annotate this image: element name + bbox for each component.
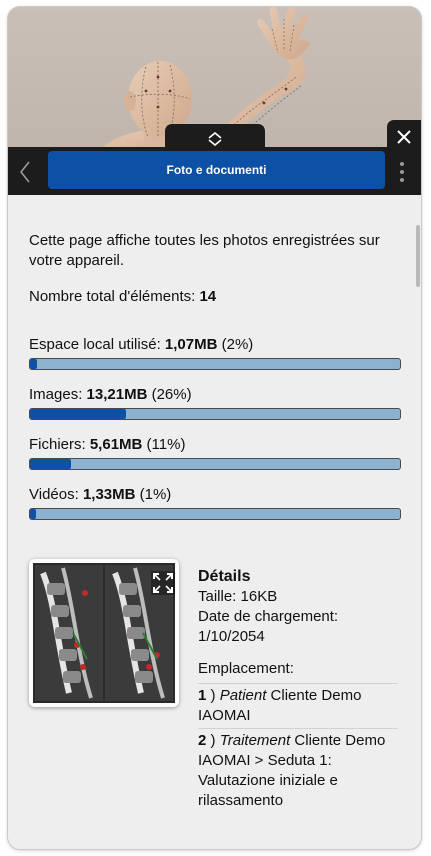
location-item-treatment[interactable]: 2 ) Traitement Cliente Demo IAOMAI > Sed…	[198, 728, 398, 811]
close-icon	[397, 130, 411, 144]
files-progress-bar	[29, 458, 401, 470]
page-title: Foto e documenti	[48, 151, 385, 189]
chevron-left-icon	[19, 161, 30, 183]
videos-progress-bar	[29, 508, 401, 520]
details-heading: Détails	[198, 568, 251, 585]
total-items-value: 14	[199, 288, 217, 305]
location-item-patient[interactable]: 1 ) Patient Cliente Demo IAOMAI	[198, 683, 398, 726]
stat-files: Fichiers: 5,61MB (11%)	[29, 436, 186, 453]
chevron-up-down-icon	[208, 132, 222, 146]
photo-thumbnail[interactable]	[29, 559, 179, 707]
scrollbar[interactable]	[416, 225, 420, 287]
stat-videos: Vidéos: 1,33MB (1%)	[29, 486, 172, 503]
stat-local-storage: Espace local utilisé: 1,07MB (2%)	[29, 336, 254, 353]
app-window: Foto e documenti Cette page affiche tout…	[8, 7, 421, 849]
stat-value: 13,21MB	[86, 386, 148, 403]
total-items: Nombre total d'éléments: 14	[29, 287, 216, 307]
stat-value: 1,07MB	[164, 336, 218, 353]
stat-value: 5,61MB	[89, 436, 143, 453]
stat-value: 1,33MB	[82, 486, 136, 503]
expand-icon[interactable]	[147, 567, 175, 595]
upload-date-label: Date de chargement:	[198, 608, 339, 625]
back-button[interactable]	[14, 157, 36, 187]
total-items-label: Nombre total d'éléments:	[29, 288, 200, 305]
location-list: 1 ) Patient Cliente Demo IAOMAI 2 ) Trai…	[198, 683, 398, 811]
intro-text: Cette page affiche toutes les photos enr…	[29, 232, 380, 269]
images-progress-bar	[29, 408, 401, 420]
stat-images: Images: 13,21MB (26%)	[29, 386, 192, 403]
file-size: Taille: 16KB	[198, 588, 278, 605]
local-storage-progress-bar	[29, 358, 401, 370]
upload-date: 1/10/2054	[198, 628, 265, 645]
more-vertical-icon	[400, 162, 404, 166]
photo-details: Détails Taille: 16KB Date de chargement:…	[198, 567, 398, 811]
content-area[interactable]: Cette page affiche toutes les photos enr…	[8, 195, 421, 849]
more-menu-button[interactable]	[394, 157, 410, 187]
panel-header: Foto e documenti	[8, 147, 421, 195]
location-label: Emplacement:	[198, 660, 294, 677]
